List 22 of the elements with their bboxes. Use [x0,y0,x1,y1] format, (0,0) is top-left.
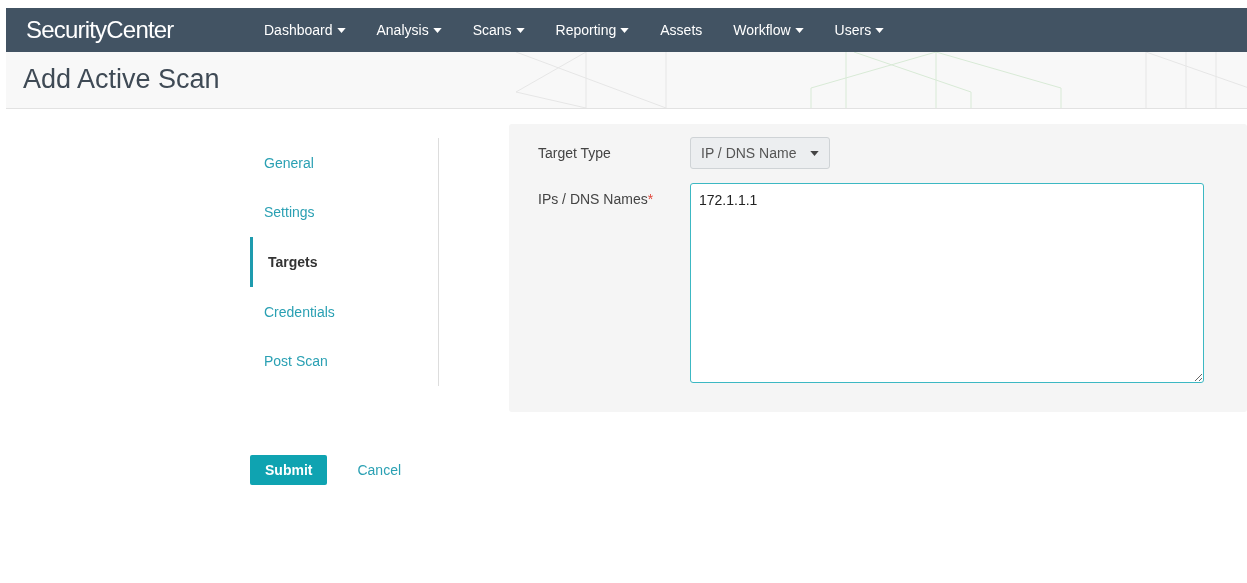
nav-menu-item[interactable]: Assets [660,22,703,38]
field-label: Target Type [538,144,612,163]
caret-icon [336,27,346,33]
target-type-dropdown[interactable]: IP / DNS Name [690,137,831,169]
caret-icon [810,150,820,156]
nav-menu-item[interactable]: Users [834,22,885,38]
caret-icon [515,27,525,33]
step-tab[interactable]: Targets [250,237,318,287]
field-label: IPs / DNS Names* [538,190,655,209]
caret-icon [875,27,885,33]
nav-menu-item[interactable]: Scans [472,22,525,38]
brand-logo[interactable]: SecurityCenter [26,16,264,44]
nav-menu-item[interactable]: Dashboard [264,22,346,38]
caret-icon [794,27,804,33]
nav-menu-item[interactable]: Analysis [376,22,442,38]
page-title: Add Active Scan [23,64,220,95]
nav-menu-item[interactable]: Reporting [555,22,630,38]
input-field[interactable]: 172.1.1.1 [690,183,1204,383]
caret-icon [432,27,442,33]
nav-menu-item[interactable]: Workflow [733,22,804,38]
required-mark: * [647,191,654,207]
caret-icon [620,27,630,33]
